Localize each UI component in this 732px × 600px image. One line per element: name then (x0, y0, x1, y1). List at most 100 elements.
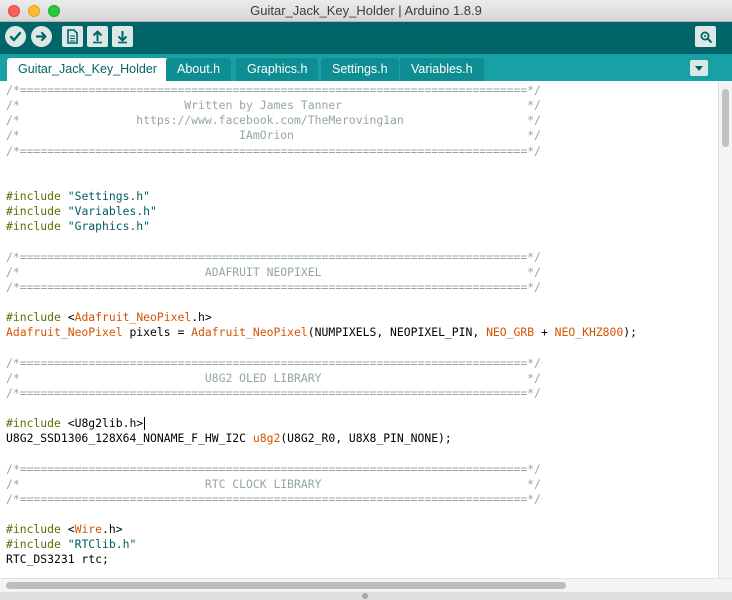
console-divider[interactable] (0, 592, 732, 600)
code-token: #include (6, 522, 68, 537)
code-token: pixels = (122, 325, 192, 340)
new-file-icon (67, 29, 78, 44)
code-editor[interactable]: /*======================================… (0, 81, 718, 578)
code-line: #include "Variables.h" (6, 204, 637, 219)
code-token: "Graphics.h" (67, 219, 151, 234)
code-line: #include "Settings.h" (6, 189, 637, 204)
code-token: /*======================================… (6, 83, 541, 97)
code-token: <U8g2lib.h> (67, 416, 144, 431)
code-line: #include <Wire.h> (6, 522, 637, 537)
serial-monitor-button[interactable] (695, 26, 716, 47)
code-line: #include "Graphics.h" (6, 219, 637, 234)
code-token: Adafruit_NeoPixel (191, 325, 308, 340)
code-line: /* IAmOrion */ (6, 128, 637, 143)
tab-variables[interactable]: Variables.h (400, 58, 484, 81)
code-token: #include (6, 310, 68, 325)
tab-about[interactable]: About.h (166, 58, 232, 81)
code-token: /*======================================… (6, 279, 541, 294)
code-token: NEO_KHZ800 (554, 325, 624, 340)
code-token: (U8G2_R0, U8X8_PIN_NONE); (280, 431, 452, 446)
code-token: < (67, 310, 75, 325)
verify-button[interactable] (5, 26, 26, 47)
code-token: /*======================================… (6, 143, 541, 158)
code-line: RTC_DS3231 rtc; (6, 552, 637, 567)
vertical-scrollbar[interactable] (718, 81, 732, 578)
code-line: /* Written by James Tanner */ (6, 98, 637, 113)
code-token: /*======================================… (6, 249, 541, 264)
chevron-down-icon (695, 65, 703, 71)
code-token: (NUMPIXELS, NEOPIXEL_PIN, (307, 325, 487, 340)
arrow-right-icon (35, 31, 47, 42)
tab-settings[interactable]: Settings.h (321, 58, 399, 81)
code-token: #include (6, 204, 68, 219)
text-cursor (144, 417, 146, 431)
code-token: RTC_DS3231 rtc; (6, 552, 109, 567)
open-arrow-up-icon (92, 30, 103, 44)
toolbar (0, 22, 732, 54)
code-line: #include <Adafruit_NeoPixel.h> (6, 310, 637, 325)
code-token: #include (6, 219, 68, 234)
code-token: #include (6, 416, 68, 431)
code-token: u8g2 (252, 431, 281, 446)
code-token: /*======================================… (6, 461, 541, 476)
window-title-bar: Guitar_Jack_Key_Holder | Arduino 1.8.9 (0, 0, 732, 22)
divider-grip-icon[interactable] (362, 593, 368, 599)
code-token: "Settings.h" (67, 188, 151, 203)
code-token: "RTClib.h" (67, 537, 137, 552)
code-token: /* https://www.facebook.com/TheMeroving1… (6, 113, 541, 128)
code-token: < (67, 522, 75, 537)
code-token: ); (623, 325, 637, 340)
magnifier-icon (700, 31, 712, 43)
code-token: #include (6, 537, 68, 552)
code-token: U8G2_SSD1306_128X64_NONAME_F_HW_I2C (6, 431, 253, 446)
code-line: /*======================================… (6, 386, 637, 401)
save-sketch-button[interactable] (112, 26, 133, 47)
code-line: #include "RTClib.h" (6, 537, 637, 552)
code-token: + (534, 325, 555, 340)
code-token: /* Written by James Tanner */ (6, 98, 541, 113)
open-sketch-button[interactable] (87, 26, 108, 47)
code-line: /*======================================… (6, 492, 637, 507)
code-text[interactable]: /*======================================… (6, 83, 637, 578)
upload-button[interactable] (31, 26, 52, 47)
horizontal-scroll-thumb[interactable] (6, 582, 566, 589)
code-line: /*======================================… (6, 356, 637, 371)
code-token: #include (6, 188, 68, 203)
code-token: /* IAmOrion */ (6, 128, 541, 143)
code-token: /*======================================… (6, 385, 541, 400)
code-token: Adafruit_NeoPixel (74, 310, 192, 325)
code-token: /*======================================… (6, 491, 541, 506)
code-token: /* U8G2 OLED LIBRARY */ (6, 370, 541, 385)
code-token: .h> (102, 522, 123, 537)
horizontal-scrollbar[interactable] (0, 578, 732, 592)
code-token: /* RTC CLOCK LIBRARY */ (6, 476, 541, 491)
check-icon (9, 31, 22, 42)
vertical-scroll-thumb[interactable] (722, 89, 729, 147)
code-line: Adafruit_NeoPixel pixels = Adafruit_NeoP… (6, 325, 637, 340)
code-token: "Variables.h" (67, 204, 157, 219)
tab-bar: Guitar_Jack_Key_Holder About.h Graphics.… (0, 54, 732, 81)
tab-graphics[interactable]: Graphics.h (236, 58, 319, 81)
code-line: /*======================================… (6, 83, 637, 98)
code-line: #include <U8g2lib.h> (6, 416, 637, 431)
tab-guitar-jack-key-holder[interactable]: Guitar_Jack_Key_Holder (7, 58, 168, 81)
new-sketch-button[interactable] (62, 26, 83, 47)
code-token: /* ADAFRUIT NEOPIXEL */ (6, 264, 541, 279)
save-arrow-down-icon (117, 31, 128, 44)
code-line: /* RTC CLOCK LIBRARY */ (6, 477, 637, 492)
tab-menu-button[interactable] (690, 60, 708, 76)
code-line: /*======================================… (6, 144, 637, 159)
window-title: Guitar_Jack_Key_Holder | Arduino 1.8.9 (250, 3, 482, 18)
code-token: /*======================================… (6, 355, 541, 370)
code-line: /* https://www.facebook.com/TheMeroving1… (6, 113, 637, 128)
code-token: Wire (74, 522, 103, 537)
